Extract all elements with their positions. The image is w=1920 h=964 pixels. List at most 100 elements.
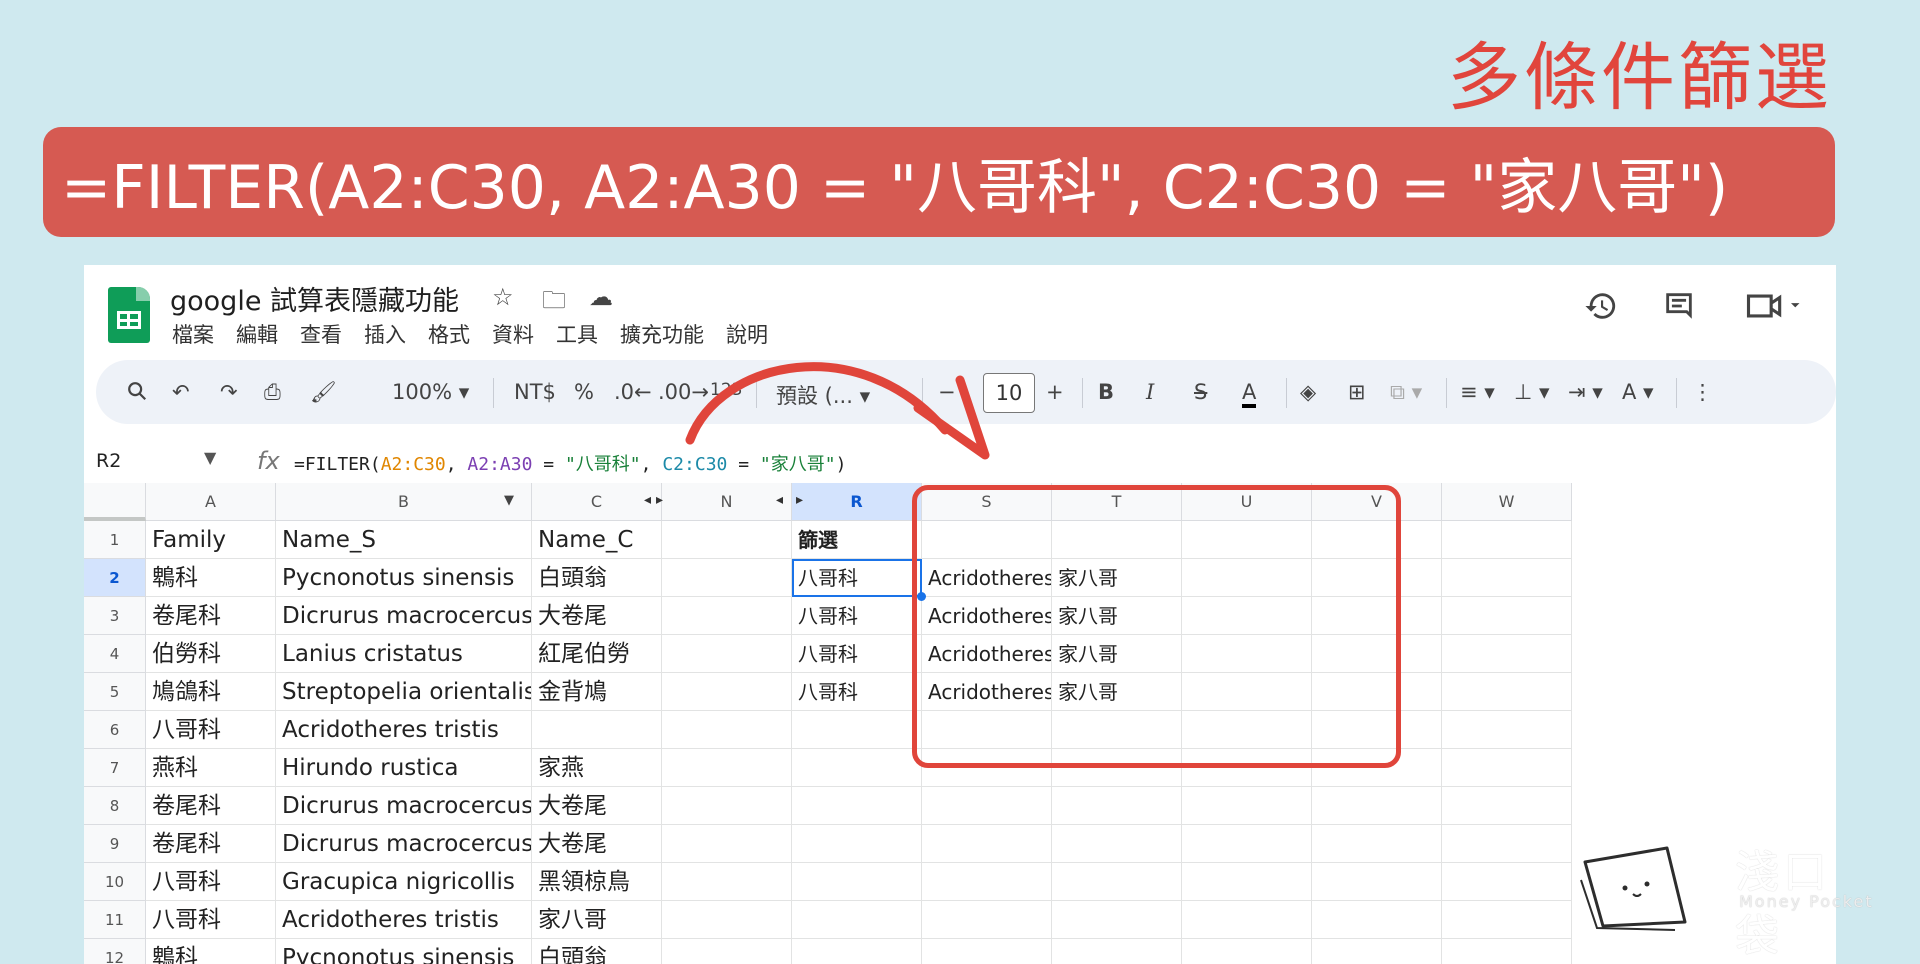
cell-c4[interactable]: 紅尾伯勞 — [532, 635, 662, 673]
cell-r3[interactable]: 八哥科 — [792, 597, 922, 635]
cell-s11[interactable] — [922, 901, 1052, 939]
cell-s3[interactable]: Acridotheres tris — [922, 597, 1052, 635]
cell-b10[interactable]: Gracupica nigricollis — [276, 863, 532, 901]
cell-t4[interactable]: 家八哥 — [1052, 635, 1182, 673]
cell-w7[interactable] — [1442, 749, 1572, 787]
column-header-s[interactable]: S — [922, 483, 1052, 521]
cell-u1[interactable] — [1182, 521, 1312, 559]
cell-a11[interactable]: 八哥科 — [146, 901, 276, 939]
cell-a12[interactable]: 鵯科 — [146, 939, 276, 964]
cell-c9[interactable]: 大卷尾 — [532, 825, 662, 863]
column-header-n[interactable]: N — [662, 483, 792, 521]
increase-decimal-button[interactable]: .00→ — [658, 380, 709, 404]
menu-insert[interactable]: 插入 — [364, 319, 406, 349]
cell-a4[interactable]: 伯勞科 — [146, 635, 276, 673]
cell-w9[interactable] — [1442, 825, 1572, 863]
cell-w10[interactable] — [1442, 863, 1572, 901]
cell-n8[interactable] — [662, 787, 792, 825]
cell-r4[interactable]: 八哥科 — [792, 635, 922, 673]
cell-r2[interactable]: 八哥科 — [792, 559, 922, 597]
cell-b9[interactable]: Dicrurus macrocercus — [276, 825, 532, 863]
cell-a5[interactable]: 鳩鴿科 — [146, 673, 276, 711]
bold-button[interactable]: B — [1098, 380, 1114, 404]
cell-r10[interactable] — [792, 863, 922, 901]
cell-r6[interactable] — [792, 711, 922, 749]
cell-r12[interactable] — [792, 939, 922, 964]
cell-n2[interactable] — [662, 559, 792, 597]
decrease-decimal-button[interactable]: .0← — [614, 380, 652, 404]
hidden-columns-right-icon[interactable]: ▸ — [796, 492, 803, 508]
cloud-saved-icon[interactable]: ☁ — [589, 283, 613, 311]
cell-s1[interactable] — [922, 521, 1052, 559]
filter-dropdown-icon[interactable]: ▼ — [504, 493, 514, 508]
history-icon[interactable] — [1584, 289, 1618, 331]
sheets-logo-icon[interactable] — [108, 287, 150, 343]
cell-w4[interactable] — [1442, 635, 1572, 673]
undo-icon[interactable]: ↶ — [172, 380, 190, 404]
cell-r1[interactable]: 篩選 — [792, 521, 922, 559]
comment-icon[interactable] — [1662, 289, 1696, 331]
cell-v7[interactable] — [1312, 749, 1442, 787]
font-size-input[interactable]: 10 — [983, 373, 1035, 413]
number-format-button[interactable]: 123 — [710, 380, 742, 400]
italic-button[interactable]: I — [1146, 380, 1154, 404]
cell-w6[interactable] — [1442, 711, 1572, 749]
cell-b3[interactable]: Dicrurus macrocercus — [276, 597, 532, 635]
hidden-columns-right-icon[interactable]: ▸ — [656, 492, 663, 508]
document-title[interactable]: google 試算表隱藏功能 — [170, 279, 459, 318]
cell-u5[interactable] — [1182, 673, 1312, 711]
cell-v8[interactable] — [1312, 787, 1442, 825]
cell-b1[interactable]: Name_S — [276, 521, 532, 559]
row-header[interactable]: 6 — [84, 711, 146, 749]
cell-u12[interactable] — [1182, 939, 1312, 964]
row-header[interactable]: 10 — [84, 863, 146, 901]
cell-c1[interactable]: Name_C — [532, 521, 662, 559]
currency-format-button[interactable]: NT$ — [514, 380, 556, 404]
cell-w5[interactable] — [1442, 673, 1572, 711]
cell-t5[interactable]: 家八哥 — [1052, 673, 1182, 711]
column-header-r[interactable]: R — [792, 483, 922, 521]
cell-b6[interactable]: Acridotheres tristis — [276, 711, 532, 749]
print-icon[interactable]: ⎙ — [264, 380, 281, 405]
menu-format[interactable]: 格式 — [428, 319, 470, 349]
column-header-c[interactable]: C — [532, 483, 662, 521]
select-all-corner[interactable] — [84, 483, 146, 521]
cell-n12[interactable] — [662, 939, 792, 964]
cell-v11[interactable] — [1312, 901, 1442, 939]
cell-v9[interactable] — [1312, 825, 1442, 863]
cell-c6[interactable] — [532, 711, 662, 749]
text-rotation-icon[interactable]: A ▾ — [1622, 380, 1654, 404]
cell-s6[interactable] — [922, 711, 1052, 749]
text-color-button[interactable]: A — [1242, 380, 1257, 408]
cell-u9[interactable] — [1182, 825, 1312, 863]
cell-u7[interactable] — [1182, 749, 1312, 787]
cell-c10[interactable]: 黑領椋鳥 — [532, 863, 662, 901]
cell-u2[interactable] — [1182, 559, 1312, 597]
cell-w12[interactable] — [1442, 939, 1572, 964]
cell-a10[interactable]: 八哥科 — [146, 863, 276, 901]
cell-t2[interactable]: 家八哥 — [1052, 559, 1182, 597]
cell-s5[interactable]: Acridotheres tris — [922, 673, 1052, 711]
hidden-columns-left-icon[interactable]: ◂ — [644, 492, 651, 508]
cell-v6[interactable] — [1312, 711, 1442, 749]
row-header[interactable]: 11 — [84, 901, 146, 939]
cell-b7[interactable]: Hirundo rustica — [276, 749, 532, 787]
cell-n4[interactable] — [662, 635, 792, 673]
cell-a9[interactable]: 卷尾科 — [146, 825, 276, 863]
cell-b2[interactable]: Pycnonotus sinensis — [276, 559, 532, 597]
menu-extensions[interactable]: 擴充功能 — [620, 319, 704, 349]
cell-t7[interactable] — [1052, 749, 1182, 787]
zoom-select[interactable]: 100% ▾ — [392, 380, 469, 404]
cell-v12[interactable] — [1312, 939, 1442, 964]
cell-u3[interactable] — [1182, 597, 1312, 635]
cell-s10[interactable] — [922, 863, 1052, 901]
cell-r5[interactable]: 八哥科 — [792, 673, 922, 711]
cell-n6[interactable] — [662, 711, 792, 749]
menu-view[interactable]: 查看 — [300, 319, 342, 349]
cell-s9[interactable] — [922, 825, 1052, 863]
borders-icon[interactable]: ⊞ — [1348, 380, 1366, 404]
cell-t9[interactable] — [1052, 825, 1182, 863]
menu-file[interactable]: 檔案 — [172, 319, 214, 349]
percent-format-button[interactable]: % — [574, 380, 594, 404]
cell-t8[interactable] — [1052, 787, 1182, 825]
